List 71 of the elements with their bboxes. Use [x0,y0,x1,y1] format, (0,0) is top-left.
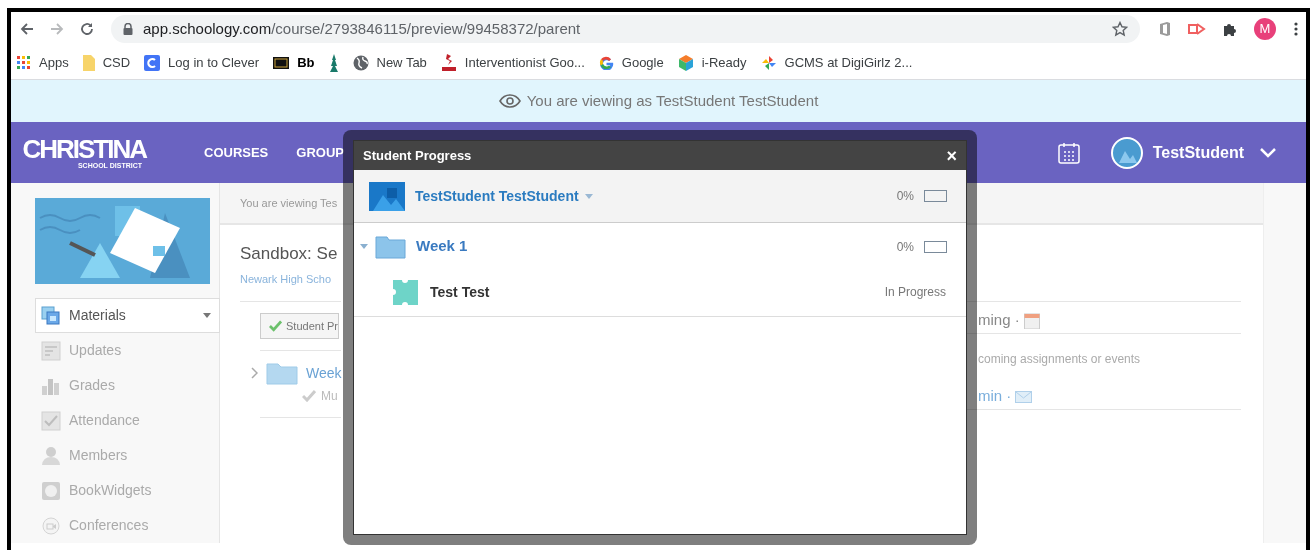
eye-icon [498,94,521,108]
dropdown-caret-icon[interactable] [203,313,211,318]
no-upcoming-text: coming assignments or events [978,351,1141,368]
percent-text: 0% [896,238,914,256]
bb-logo-icon [273,56,290,69]
caret-down-icon[interactable] [360,244,368,249]
chevron-down-icon[interactable] [1260,147,1276,158]
google-logo-icon [598,55,614,70]
person-icon [41,445,61,466]
menu-icon[interactable] [1294,22,1298,36]
calendar-icon [1023,312,1040,329]
student-name-link[interactable]: TestStudent TestStudent [415,185,579,207]
bookmark-link[interactable]: Log in to Clever [168,52,260,73]
admin-heading: min · [978,386,1012,407]
assignment-title[interactable]: Test Test [430,281,490,303]
bookmark-link[interactable]: Interventionist Goo... [464,52,585,73]
star-icon[interactable] [1112,21,1128,37]
extensions-icon[interactable] [1222,21,1238,37]
cube-icon [677,54,694,71]
viewing-note: You are viewing Tes [240,195,338,211]
user-name[interactable]: TestStudent [1152,140,1244,165]
logo-text[interactable]: CHRISTINA [22,136,146,162]
status-text: In Progress [884,284,946,301]
student-progress-button[interactable]: Student Pr [260,313,339,339]
back-icon[interactable] [19,21,35,37]
close-button[interactable]: × [946,146,957,165]
viewing-banner-text: You are viewing as TestStudent TestStudent [526,90,819,111]
bookmark-link[interactable]: Bb [297,52,315,73]
chevron-right-icon[interactable] [250,367,258,379]
bookmark-link[interactable]: GCMS at DigiGirlz 2... [784,52,913,73]
tower-icon[interactable] [328,53,339,72]
updates-icon [41,340,61,361]
bookmark-link[interactable]: i-Ready [701,52,747,73]
bookmark-link[interactable]: CSD [102,52,131,73]
conference-icon [41,515,61,536]
folder-icon [375,234,406,259]
course-title: Sandbox: Se [240,243,338,265]
folder-link[interactable]: Week 1 [416,235,468,258]
globe-icon [352,54,369,71]
dialog-title: Student Progress [363,146,472,165]
bookmark-link[interactable]: New Tab [376,52,427,73]
materials-icon [41,305,61,326]
calendar-icon[interactable] [1056,140,1081,165]
office-icon[interactable] [1158,21,1172,37]
reload-icon[interactable] [79,21,95,37]
nav-link[interactable]: COURSES [204,142,269,163]
student-avatar [369,181,405,211]
bookmark-link[interactable]: Apps [39,52,69,73]
profile-avatar[interactable]: M [1254,18,1276,40]
apps-grid-icon [17,55,31,70]
folder-note: Mu [321,388,338,405]
check-icon [302,390,316,402]
url-text: app.schoology.com/course/2793846115/preview/99458372/parent [143,18,581,39]
puzzle-piece-icon [393,279,418,305]
folder-link[interactable]: Week [306,362,342,384]
check-icon [269,320,282,332]
sidebar-item[interactable]: Materials [35,298,220,333]
address-bar[interactable]: app.schoology.com/course/2793846115/preview/99458372/parent [111,15,1140,43]
folder-icon [82,54,95,71]
clever-logo-icon [144,54,161,71]
dsc-logo-icon [440,53,457,72]
cast-icon[interactable] [1188,22,1206,36]
pinwheel-icon [760,54,777,71]
attendance-icon [41,410,61,431]
bookmark-link[interactable]: Google [621,52,664,73]
bookwidgets-icon [41,480,61,501]
upcoming-heading: ming · [978,310,1020,331]
folder-icon [266,361,298,385]
user-avatar[interactable] [1110,136,1143,169]
lock-icon [123,23,133,35]
percent-text: 0% [896,188,914,205]
